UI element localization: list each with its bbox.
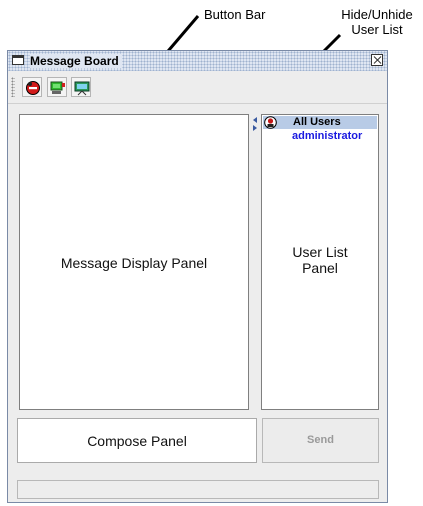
- compose-panel[interactable]: Compose Panel: [17, 418, 257, 463]
- compose-panel-label: Compose Panel: [87, 433, 187, 449]
- user-list-label-line1: User List: [292, 244, 348, 260]
- user-list-label-line2: Panel: [302, 260, 338, 276]
- annotation-hide-unhide: Hide/Unhide User List: [334, 7, 420, 37]
- user-list-item[interactable]: administrator: [292, 130, 362, 142]
- green-screen-icon: [50, 81, 65, 94]
- send-button[interactable]: Send: [262, 418, 379, 463]
- toolbar-grip[interactable]: [11, 77, 15, 97]
- hide-unhide-user-list-toggle[interactable]: [253, 114, 259, 410]
- annotation-hide-unhide-line1: Hide/Unhide: [341, 7, 413, 22]
- green-screen-button[interactable]: [47, 77, 67, 97]
- all-users-label: All Users: [293, 116, 341, 128]
- disconnect-button[interactable]: [22, 77, 42, 97]
- button-bar: [8, 71, 387, 104]
- collapse-left-icon[interactable]: [253, 117, 257, 123]
- presentation-icon: [74, 81, 90, 96]
- user-list-panel: All Users administrator User List Panel: [261, 114, 379, 410]
- annotation-hide-unhide-line2: User List: [351, 22, 403, 37]
- send-label: Send: [307, 434, 334, 446]
- expand-right-icon[interactable]: [253, 125, 257, 131]
- annotation-button-bar: Button Bar: [204, 7, 266, 22]
- message-display-panel: Message Display Panel: [19, 114, 249, 410]
- message-display-label: Message Display Panel: [60, 255, 208, 271]
- title-bar: Message Board: [8, 51, 387, 72]
- user-list-panel-label: User List Panel: [262, 244, 378, 276]
- close-icon[interactable]: [371, 54, 383, 66]
- message-board-window: Message Board Message Display Panel All …: [7, 50, 388, 503]
- user-list-header[interactable]: All Users: [263, 116, 377, 129]
- users-icon: [264, 116, 277, 129]
- red-stop-icon: [26, 81, 40, 95]
- presentation-button[interactable]: [71, 77, 91, 97]
- window-title: Message Board: [30, 54, 122, 68]
- status-bar: [17, 480, 379, 499]
- window-icon: [12, 55, 24, 65]
